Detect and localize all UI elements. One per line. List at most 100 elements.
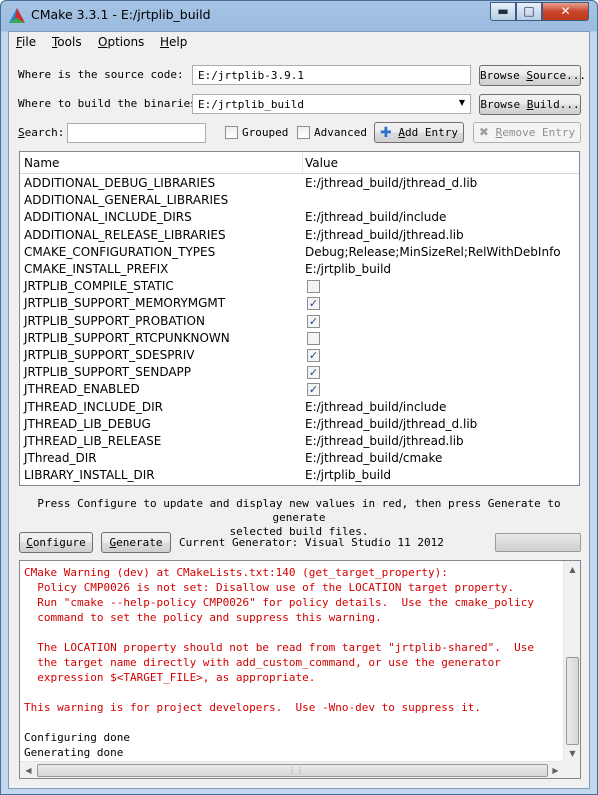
source-label: Where is the source code: [18, 68, 184, 81]
entry-value-checkbox[interactable]: ✓ [307, 366, 320, 380]
table-row[interactable]: JThread_DIR E:/jthread_build/cmake [20, 450, 579, 467]
configure-button[interactable]: Configure [19, 532, 93, 553]
table-row[interactable]: CMAKE_CONFIGURATION_TYPES Debug;Release;M… [20, 244, 579, 261]
entry-value[interactable]: E:/jthread_build/jthread.lib [305, 434, 464, 448]
table-row[interactable]: JTHREAD_ENABLED ✓ [20, 381, 579, 398]
table-row[interactable]: JRTPLIB_COMPILE_STATIC [20, 278, 579, 295]
entry-value-checkbox[interactable]: ✓ [307, 383, 320, 397]
table-row[interactable]: ADDITIONAL_INCLUDE_DIRS E:/jthread_build/… [20, 209, 579, 226]
table-row[interactable]: CMAKE_INSTALL_PREFIX E:/jrtplib_build [20, 261, 579, 278]
title-bar[interactable]: CMake 3.3.1 - E:/jrtplib_build ▬ □ ✕ [1, 1, 597, 31]
entry-name: JRTPLIB_SUPPORT_PROBATION [24, 313, 205, 328]
log-line: CMake Warning (dev) at CMakeLists.txt:14… [24, 566, 448, 579]
menu-file[interactable]: File [16, 35, 36, 49]
maximize-button[interactable]: □ [516, 2, 542, 21]
table-row[interactable]: LIBRARY_INSTALL_DIR E:/jrtplib_build [20, 467, 579, 484]
entry-name: CMAKE_INSTALL_PREFIX [24, 262, 169, 276]
entry-name: JRTPLIB_SUPPORT_MEMORYMGMT [24, 296, 226, 311]
current-generator: Current Generator: Visual Studio 11 2012 [179, 536, 444, 549]
scroll-right-icon[interactable]: ▶ [547, 762, 564, 778]
log-line: command to set the policy and suppress t… [24, 611, 382, 624]
entry-value[interactable]: E:/jthread_build/jthread_d.lib [305, 176, 477, 190]
entry-value[interactable]: Debug;Release;MinSizeRel;RelWithDebInfo [305, 245, 561, 259]
log-line: The LOCATION property should not be read… [24, 641, 534, 654]
source-path-input[interactable]: E:/jrtplib-3.9.1 [192, 65, 471, 85]
column-separator[interactable] [302, 152, 303, 174]
entry-name: JTHREAD_ENABLED [24, 382, 140, 397]
menu-tools[interactable]: Tools [52, 35, 82, 49]
entry-name: ADDITIONAL_GENERAL_LIBRARIES [24, 193, 229, 208]
search-input[interactable] [67, 123, 206, 143]
entry-value[interactable]: E:/jthread_build/jthread_d.lib [305, 417, 477, 431]
entry-value-checkbox[interactable] [307, 280, 320, 294]
table-row[interactable]: JRTPLIB_SUPPORT_SDESPRIV ✓ [20, 347, 579, 364]
add-entry-accel: A [398, 126, 405, 139]
entry-value[interactable]: E:/jthread_build/cmake [305, 451, 442, 465]
menu-help[interactable]: Help [160, 35, 187, 49]
entry-name: JRTPLIB_SUPPORT_RTCPUNKNOWN [24, 330, 230, 345]
table-row[interactable]: JRTPLIB_SUPPORT_RTCPUNKNOWN [20, 330, 579, 347]
table-row[interactable]: JTHREAD_LIB_DEBUG E:/jthread_build/jthrea… [20, 416, 579, 433]
menu-help-accel: H [160, 35, 170, 49]
vertical-scroll-thumb[interactable] [566, 657, 579, 745]
menu-help-label: elp [169, 35, 188, 49]
entry-value[interactable]: E:/jrtplib_build [305, 262, 391, 276]
table-row[interactable]: ADDITIONAL_GENERAL_LIBRARIES [20, 192, 579, 209]
advanced-checkbox[interactable] [297, 126, 310, 139]
generate-button[interactable]: Generate [101, 532, 171, 553]
entry-name: ADDITIONAL_RELEASE_LIBRARIES [24, 227, 226, 242]
entry-value-checkbox[interactable] [307, 331, 320, 345]
remove-entry-button[interactable]: ✖ Remove Entry [473, 122, 581, 143]
cache-table: Name Value ADDITIONAL_DEBUG_LIBRARIES E:/… [19, 151, 580, 486]
entry-value[interactable]: E:/jrtplib_build [305, 468, 391, 482]
scroll-down-icon[interactable]: ▼ [564, 745, 580, 762]
header-value[interactable]: Value [305, 156, 338, 170]
table-row[interactable]: JRTPLIB_SUPPORT_PROBATION ✓ [20, 313, 579, 330]
entry-value-checkbox[interactable]: ✓ [307, 314, 320, 328]
table-row[interactable]: ADDITIONAL_RELEASE_LIBRARIES E:/jthread_b… [20, 227, 579, 244]
search-label-text: earch: [24, 126, 65, 139]
entry-value-checkbox[interactable]: ✓ [307, 297, 320, 311]
grouped-label: Grouped [242, 126, 289, 139]
table-row[interactable]: JRTPLIB_SUPPORT_SENDAPP ✓ [20, 364, 579, 381]
vertical-scrollbar[interactable]: ▲ ▼ [563, 561, 580, 762]
horizontal-scrollbar[interactable]: ◀ ⋮⋮ ▶ [20, 761, 564, 778]
browse-source-button[interactable]: Browse Source... [479, 65, 586, 86]
entry-value[interactable]: E:/jthread_build/include [305, 400, 446, 414]
scroll-up-icon[interactable]: ▲ [564, 561, 580, 578]
browse-source-post: ource... [532, 69, 586, 82]
configure-accel: C [26, 536, 33, 549]
cmake-logo-icon [9, 8, 25, 23]
chevron-down-icon[interactable]: ▼ [459, 98, 465, 107]
binaries-path-value: E:/jrtplib_build [198, 98, 304, 111]
scroll-left-icon[interactable]: ◀ [20, 762, 37, 778]
table-row[interactable]: JTHREAD_INCLUDE_DIR E:/jthread_build/incl… [20, 399, 579, 416]
entry-value-checkbox[interactable]: ✓ [307, 349, 320, 362]
table-row[interactable]: ADDITIONAL_DEBUG_LIBRARIES E:/jthread_bui… [20, 175, 579, 192]
close-button[interactable]: ✕ [542, 2, 589, 21]
entry-name: JTHREAD_LIB_RELEASE [24, 434, 162, 448]
plus-icon: ✚ [380, 125, 392, 141]
add-entry-button[interactable]: ✚ Add Entry [374, 122, 464, 143]
advanced-label: Advanced [314, 126, 367, 139]
remove-entry-label: emove Entry [502, 126, 576, 139]
table-row[interactable]: JRTPLIB_SUPPORT_MEMORYMGMT ✓ [20, 295, 579, 312]
horizontal-scroll-thumb[interactable]: ⋮⋮ [37, 764, 548, 777]
entry-value[interactable]: E:/jthread_build/jthread.lib [305, 228, 464, 242]
menu-options[interactable]: Options [98, 35, 144, 49]
output-log: CMake Warning (dev) at CMakeLists.txt:14… [19, 560, 581, 779]
entry-name: JTHREAD_INCLUDE_DIR [24, 399, 163, 414]
entry-value[interactable]: E:/jthread_build/include [305, 210, 446, 224]
binaries-path-combo[interactable]: E:/jrtplib_build ▼ [192, 94, 471, 114]
table-row[interactable]: JTHREAD_LIB_RELEASE E:/jthread_build/jthr… [20, 433, 579, 450]
log-text: CMake Warning (dev) at CMakeLists.txt:14… [24, 565, 560, 760]
cmake-window: CMake 3.3.1 - E:/jrtplib_build ▬ □ ✕ Fil… [0, 0, 598, 795]
minimize-button[interactable]: ▬ [490, 2, 516, 21]
header-name[interactable]: Name [24, 156, 59, 170]
browse-build-pre: Browse [480, 98, 527, 111]
grouped-checkbox[interactable] [225, 126, 238, 139]
binaries-label: Where to build the binaries: [18, 97, 204, 110]
browse-build-button[interactable]: Browse Build... [479, 94, 581, 115]
